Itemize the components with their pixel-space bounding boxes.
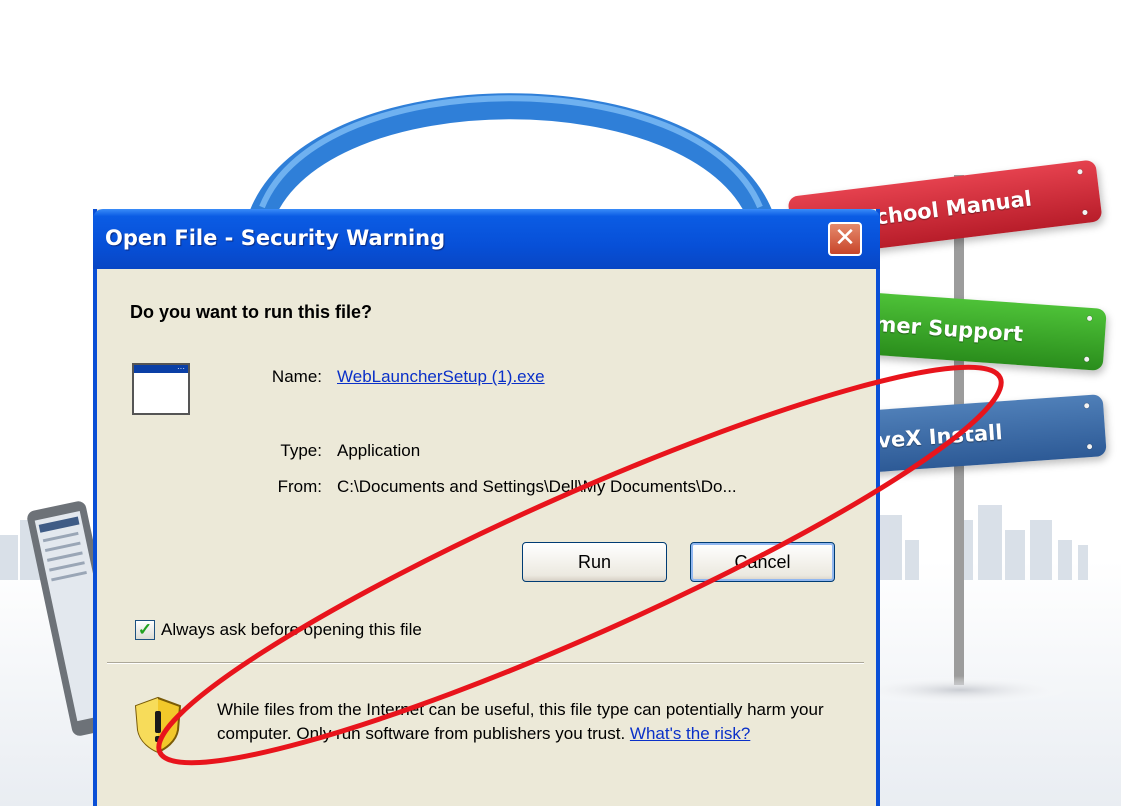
security-warning-dialog: Open File - Security Warning ✕ Do you wa… [93,209,880,806]
application-window-icon: ··· [132,363,190,415]
sign-label: School Manual [859,186,1034,232]
bolt-icon [1077,168,1083,175]
whats-the-risk-link[interactable]: What's the risk? [630,724,750,743]
bolt-icon [1086,315,1093,322]
dialog-titlebar[interactable]: Open File - Security Warning ✕ [93,209,880,269]
file-name-link[interactable]: WebLauncherSetup (1).exe [337,367,545,387]
warning-message: While files from the Internet can be use… [217,698,837,746]
bolt-icon [1086,443,1093,450]
close-icon[interactable]: ✕ [828,222,862,256]
divider [107,662,864,664]
from-label: From: [277,477,322,496]
always-ask-label[interactable]: Always ask before opening this file [161,620,422,640]
dialog-title: Open File - Security Warning [105,226,446,250]
shield-warning-icon [134,696,182,754]
from-value: C:\Documents and Settings\Dell\My Docume… [337,477,737,496]
dialog-heading: Do you want to run this file? [130,302,372,322]
sign-label: omer Support [859,310,1024,347]
sign-label: tiveX Install [859,420,1004,455]
type-value: Application [337,441,421,460]
run-button[interactable]: Run [522,542,667,582]
name-label: Name: [271,367,322,386]
bolt-icon [1084,356,1090,362]
bolt-icon [1082,209,1088,216]
always-ask-checkbox[interactable]: ✓ [135,620,155,640]
type-label: Type: [280,441,322,460]
bolt-icon [1084,403,1090,409]
cancel-button[interactable]: Cancel [690,542,835,582]
